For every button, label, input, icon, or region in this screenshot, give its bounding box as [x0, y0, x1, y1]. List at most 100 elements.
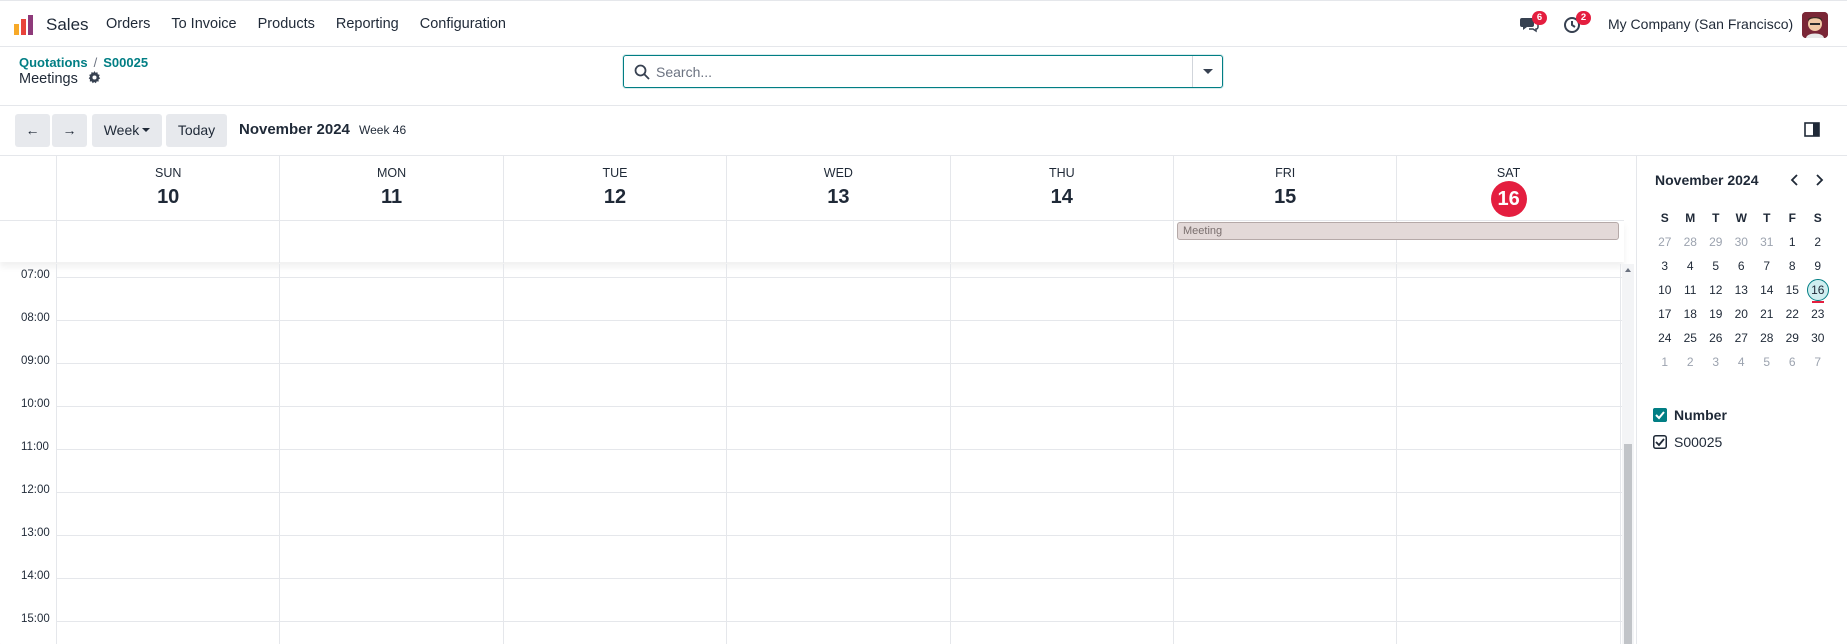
mini-calendar-day[interactable]: 26 [1703, 326, 1729, 350]
mini-calendar-day[interactable]: 24 [1652, 326, 1678, 350]
mini-calendar-day[interactable]: 1 [1780, 230, 1806, 254]
scroll-thumb[interactable] [1624, 444, 1632, 644]
chevron-right-icon[interactable] [1811, 172, 1827, 188]
user-avatar[interactable] [1802, 12, 1828, 38]
checkbox-checked-icon[interactable] [1653, 408, 1667, 422]
mini-calendar-day[interactable]: 3 [1703, 350, 1729, 374]
day-header-sat[interactable]: SAT 16 [1396, 156, 1619, 220]
mini-calendar-day[interactable]: 29 [1780, 326, 1806, 350]
mini-calendar-day[interactable]: 4 [1678, 254, 1704, 278]
mini-calendar-day[interactable]: 21 [1754, 302, 1780, 326]
all-day-cell[interactable] [56, 221, 279, 263]
calendar-event[interactable]: Meeting [1177, 222, 1619, 240]
day-number: 12 [603, 186, 627, 208]
previous-period-button[interactable]: ← [15, 114, 50, 147]
mini-calendar-day-selected[interactable]: 16 [1805, 278, 1831, 303]
mini-calendar-day[interactable]: 23 [1805, 302, 1831, 326]
mini-calendar-day[interactable]: 29 [1703, 230, 1729, 254]
today-button[interactable]: Today [166, 114, 227, 147]
mini-calendar-day[interactable]: 14 [1754, 278, 1780, 302]
checkbox-checked-icon[interactable] [1653, 435, 1667, 449]
menu-reporting[interactable]: Reporting [336, 16, 399, 32]
chevron-left-icon[interactable] [1787, 172, 1803, 188]
search-input[interactable] [656, 62, 1176, 82]
mini-calendar-day[interactable]: 5 [1703, 254, 1729, 278]
day-name: TUE [602, 166, 628, 180]
menu-to-invoice[interactable]: To Invoice [171, 16, 236, 32]
mini-calendar-day[interactable]: 20 [1729, 302, 1755, 326]
mini-calendar-day[interactable]: 3 [1652, 254, 1678, 278]
day-number: 28 [1760, 331, 1774, 345]
mini-calendar-day[interactable]: 18 [1678, 302, 1704, 326]
mini-calendar-day[interactable]: 25 [1678, 326, 1704, 350]
all-day-cell[interactable] [726, 221, 949, 263]
day-number: 12 [1709, 283, 1723, 297]
mini-calendar-day[interactable]: 27 [1652, 230, 1678, 254]
mini-calendar-day[interactable]: 12 [1703, 278, 1729, 302]
mini-calendar-day[interactable]: 30 [1729, 230, 1755, 254]
sales-app-icon[interactable] [12, 13, 36, 37]
mini-calendar-day[interactable]: 1 [1652, 350, 1678, 374]
weekday-label: T [1763, 211, 1771, 225]
day-header-tue[interactable]: TUE 12 [502, 156, 726, 220]
page-title-wrapper: Meetings [19, 71, 101, 87]
activities-button[interactable]: 2 [1563, 11, 1591, 36]
company-switcher[interactable]: My Company (San Francisco) [1608, 16, 1793, 32]
app-name[interactable]: Sales [46, 15, 89, 35]
side-panel-toggle-icon[interactable] [1804, 122, 1820, 137]
mini-calendar-day[interactable]: 7 [1805, 350, 1831, 374]
all-day-cell[interactable] [949, 221, 1173, 263]
day-header-thu[interactable]: THU 14 [949, 156, 1173, 220]
mini-calendar-day[interactable]: 6 [1780, 350, 1806, 374]
gear-icon[interactable] [88, 71, 101, 84]
mini-calendar-day[interactable]: 2 [1805, 230, 1831, 254]
search-options-toggle[interactable] [1192, 56, 1222, 87]
mini-calendar-day[interactable]: 11 [1678, 278, 1704, 302]
mini-calendar-day[interactable]: 8 [1780, 254, 1806, 278]
all-day-cell[interactable] [502, 221, 726, 263]
all-day-cell[interactable] [279, 221, 502, 263]
mini-calendar-day[interactable]: 6 [1729, 254, 1755, 278]
mini-calendar-day[interactable]: 17 [1652, 302, 1678, 326]
day-number: 20 [1734, 307, 1748, 321]
day-number: 4 [1686, 259, 1694, 273]
mini-calendar-day[interactable]: 30 [1805, 326, 1831, 350]
hour-line [56, 535, 1624, 536]
mini-calendar-day[interactable]: 19 [1703, 302, 1729, 326]
scroll-up-arrow-icon[interactable] [1625, 268, 1631, 272]
scale-dropdown[interactable]: Week [92, 114, 162, 147]
mini-calendar-day[interactable]: 15 [1780, 278, 1806, 302]
mini-calendar-day[interactable]: 31 [1754, 230, 1780, 254]
mini-calendar-day[interactable]: 9 [1805, 254, 1831, 278]
mini-calendar-day[interactable]: 13 [1729, 278, 1755, 302]
day-header-wed[interactable]: WED 13 [726, 156, 949, 220]
menu-orders[interactable]: Orders [106, 16, 150, 32]
day-header-sun[interactable]: SUN 10 [56, 156, 279, 220]
breadcrumb-quotations[interactable]: Quotations [19, 55, 88, 70]
mini-calendar-day[interactable]: 28 [1754, 326, 1780, 350]
mini-calendar-day[interactable]: 10 [1652, 278, 1678, 302]
weekday-label: S [1813, 211, 1822, 225]
menu-configuration[interactable]: Configuration [420, 16, 506, 32]
search-bar [623, 55, 1223, 88]
mini-calendar-day[interactable]: 2 [1678, 350, 1704, 374]
mini-calendar-week: 27 28 29 30 31 1 2 [1652, 230, 1832, 254]
breadcrumb-record[interactable]: S00025 [103, 55, 148, 70]
day-header-mon[interactable]: MON 11 [279, 156, 502, 220]
mini-calendar-day[interactable]: 28 [1678, 230, 1704, 254]
weekday-label: M [1685, 211, 1696, 225]
mini-calendar-day[interactable]: 22 [1780, 302, 1806, 326]
day-header-fri[interactable]: FRI 15 [1173, 156, 1396, 220]
calendar-scrollbar[interactable] [1622, 264, 1634, 644]
next-period-button[interactable]: → [52, 114, 87, 147]
hour-label: 11:00 [21, 441, 49, 453]
mini-calendar-day[interactable]: 27 [1729, 326, 1755, 350]
menu-products[interactable]: Products [258, 16, 315, 32]
day-number: 7 [1814, 355, 1822, 369]
messages-button[interactable]: 6 [1519, 11, 1547, 36]
mini-calendar-day[interactable]: 5 [1754, 350, 1780, 374]
search-icon [634, 64, 650, 80]
mini-calendar-day[interactable]: 4 [1729, 350, 1755, 374]
weekday-label: T [1712, 211, 1720, 225]
mini-calendar-day[interactable]: 7 [1754, 254, 1780, 278]
